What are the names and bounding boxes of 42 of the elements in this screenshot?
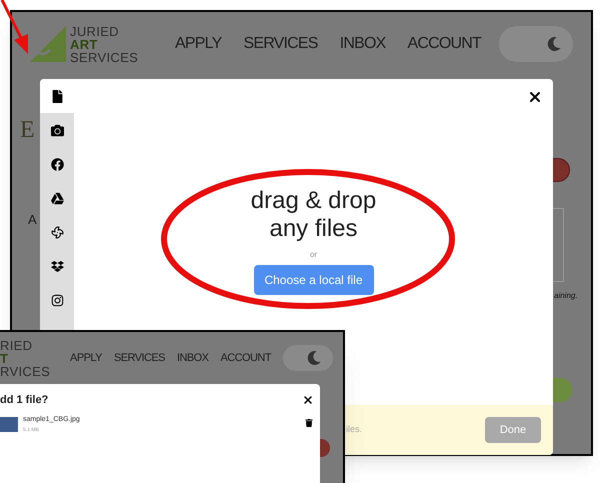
logo-text: RIED bbox=[0, 338, 34, 352]
photo-placeholder bbox=[0, 416, 18, 432]
drop-zone-title: any files bbox=[269, 215, 358, 243]
moon-icon bbox=[547, 37, 561, 51]
delete-button[interactable] bbox=[305, 418, 313, 426]
moon-icon bbox=[307, 351, 321, 365]
nav-link[interactable]: APPLY bbox=[175, 32, 222, 56]
logo-text: RVICES bbox=[0, 364, 50, 378]
instagram-icon bbox=[50, 294, 64, 306]
pinwheel-icon bbox=[50, 226, 64, 238]
logo-text: JURIED bbox=[70, 24, 120, 38]
facebook-icon bbox=[50, 158, 64, 170]
drop-zone-title: drag & drop bbox=[250, 187, 376, 215]
page-heading-letter: E bbox=[20, 116, 35, 145]
drive-icon bbox=[50, 192, 64, 204]
form-label: A bbox=[28, 211, 37, 229]
footer-text: iles. bbox=[346, 423, 362, 436]
camera-icon bbox=[50, 124, 64, 136]
file-icon bbox=[50, 90, 64, 102]
close-icon bbox=[302, 394, 314, 406]
nav-link[interactable]: SERVICES bbox=[114, 350, 165, 366]
hint-text: aining. bbox=[554, 290, 578, 302]
dialog-title: dd 1 file? bbox=[0, 393, 48, 408]
nav-link[interactable]: ACCOUNT bbox=[220, 350, 271, 366]
choose-file-button[interactable]: Choose a local file bbox=[254, 265, 374, 295]
theme-toggle[interactable] bbox=[499, 26, 573, 62]
logo-text: T bbox=[0, 352, 10, 364]
nav-link[interactable]: INBOX bbox=[340, 32, 386, 56]
logo-text: SERVICES bbox=[70, 50, 138, 64]
source-tab[interactable] bbox=[40, 79, 74, 113]
close-icon bbox=[527, 89, 543, 105]
nav-link[interactable]: INBOX bbox=[176, 350, 208, 366]
theme-toggle[interactable] bbox=[283, 345, 333, 371]
close-button[interactable] bbox=[302, 394, 314, 406]
nav-link[interactable]: SERVICES bbox=[243, 32, 318, 56]
nav-link[interactable]: APPLY bbox=[70, 350, 102, 366]
logo-text: ART bbox=[70, 38, 99, 50]
dropbox-icon bbox=[50, 260, 64, 272]
nav-link[interactable]: ACCOUNT bbox=[407, 32, 481, 56]
trash-icon bbox=[305, 418, 313, 426]
logo-icon bbox=[30, 26, 66, 62]
separator-text: or bbox=[310, 249, 318, 261]
